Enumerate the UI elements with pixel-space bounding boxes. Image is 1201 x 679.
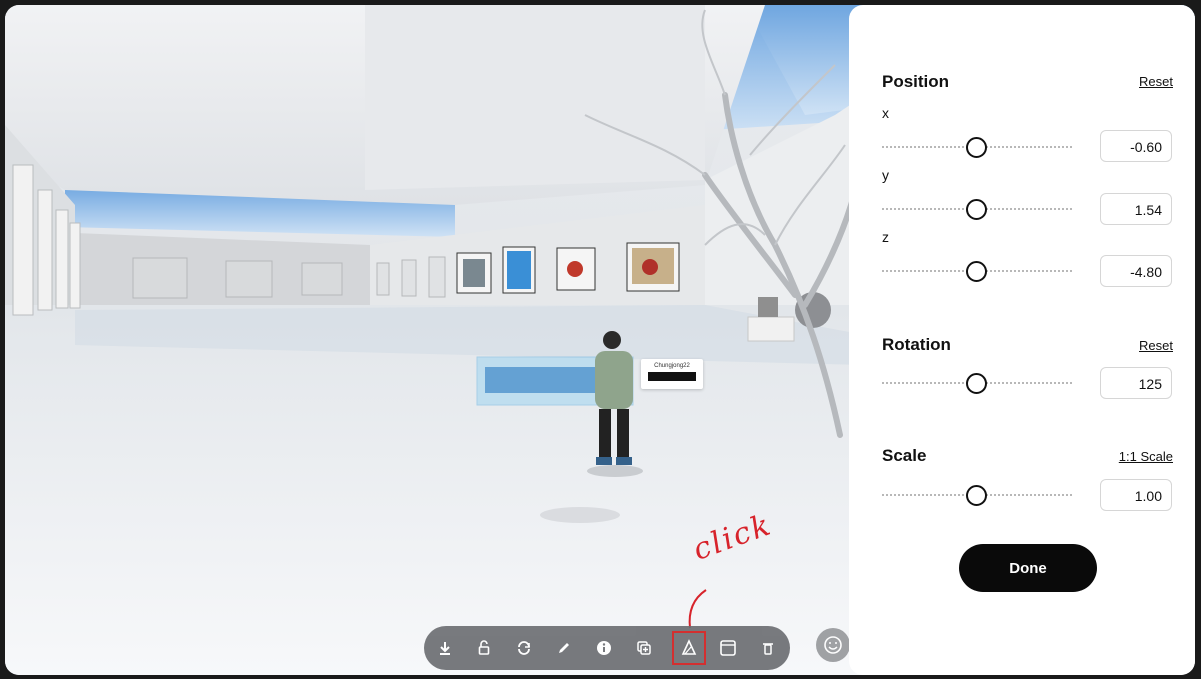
download-icon <box>440 642 450 655</box>
x-value-input[interactable]: -0.60 <box>1100 130 1172 162</box>
z-label: z <box>882 229 889 245</box>
edit-button[interactable] <box>548 632 580 664</box>
nametag-username: Chungjong22 <box>654 363 690 369</box>
lock-icon <box>478 640 490 655</box>
trash-icon <box>763 643 773 655</box>
position-title: Position <box>882 72 950 91</box>
z-slider-knob[interactable] <box>966 261 987 282</box>
scale-slider[interactable] <box>882 485 1072 506</box>
info-button[interactable] <box>588 632 620 664</box>
y-slider[interactable] <box>882 199 1072 220</box>
rotate-icon <box>518 641 530 655</box>
scale-title: Scale <box>882 446 927 465</box>
rotate-button[interactable] <box>508 632 540 664</box>
position-reset-link[interactable]: Reset <box>1139 74 1173 89</box>
rotation-value-input[interactable]: 125 <box>1100 367 1172 399</box>
rotation-reset-link[interactable]: Reset <box>1139 338 1173 353</box>
x-label: x <box>882 105 889 121</box>
transform-button[interactable] <box>672 631 706 665</box>
emoji-button[interactable] <box>816 628 850 662</box>
rotation-slider-knob[interactable] <box>966 373 987 394</box>
y-label: y <box>882 167 889 183</box>
scale-value-input[interactable]: 1.00 <box>1100 479 1172 511</box>
frame-icon <box>720 640 736 656</box>
transform-icon <box>681 639 697 655</box>
scale-slider-knob[interactable] <box>966 485 987 506</box>
delete-button[interactable] <box>752 632 784 664</box>
rotation-slider[interactable] <box>882 373 1072 394</box>
done-button[interactable]: Done <box>959 544 1097 592</box>
x-slider-knob[interactable] <box>966 137 987 158</box>
duplicate-button[interactable] <box>628 632 660 664</box>
scale-one-to-one-link[interactable]: 1:1 Scale <box>1119 449 1173 464</box>
frame-button[interactable] <box>712 632 744 664</box>
duplicate-icon <box>637 641 651 655</box>
y-value-input[interactable]: 1.54 <box>1100 193 1172 225</box>
avatar-nametag: Chungjong22 <box>641 359 703 389</box>
z-value-input[interactable]: -4.80 <box>1100 255 1172 287</box>
smiley-icon <box>824 636 842 654</box>
rotation-title: Rotation <box>882 335 951 354</box>
y-slider-knob[interactable] <box>966 199 987 220</box>
z-slider[interactable] <box>882 261 1072 282</box>
object-toolbar <box>424 626 790 670</box>
lock-button[interactable] <box>468 632 500 664</box>
download-button[interactable] <box>429 632 461 664</box>
nametag-redaction-bar <box>648 372 696 381</box>
info-icon <box>597 641 611 655</box>
transform-panel: Position Reset x -0.60 y 1.54 z -4.80 Ro… <box>849 5 1195 675</box>
x-slider[interactable] <box>882 137 1072 158</box>
pencil-icon <box>559 643 569 653</box>
